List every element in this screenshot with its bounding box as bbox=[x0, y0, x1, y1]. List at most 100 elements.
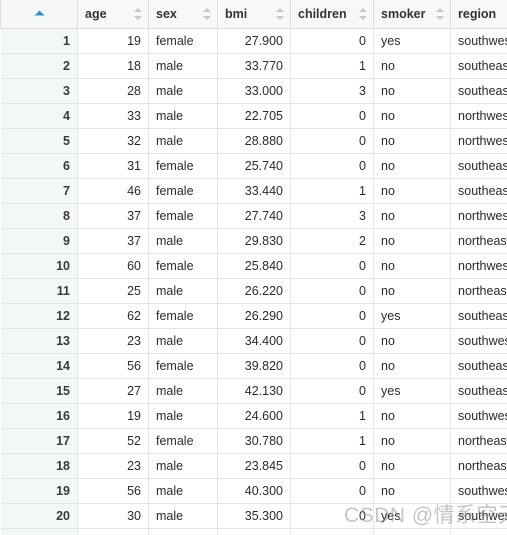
column-header-age-label: age bbox=[85, 7, 107, 21]
sort-icon-smoker[interactable] bbox=[436, 7, 445, 21]
cell-children: 0 bbox=[290, 328, 374, 354]
column-header-sex-label: sex bbox=[156, 7, 177, 21]
table-row[interactable]: 1752female30.7801nonortheast10797.336 bbox=[0, 428, 507, 454]
sort-icon-sex[interactable] bbox=[203, 7, 212, 21]
table-row[interactable]: 433male22.7050nonorthwest21984.471 bbox=[0, 103, 507, 129]
table-row[interactable]: 2030male35.3000yessouthwest36837.467 bbox=[0, 503, 507, 529]
cell-smoker: yes bbox=[373, 503, 451, 529]
column-header-children-label: children bbox=[298, 7, 347, 21]
table-row[interactable]: 218male33.7701nosoutheast1725.552 bbox=[0, 53, 507, 79]
cell-smoker: yes bbox=[373, 28, 451, 54]
table-row[interactable]: 2160female36.0050nonortheast13228.847 bbox=[0, 528, 507, 535]
cell-children: 0 bbox=[290, 353, 374, 379]
cell-sex: male bbox=[148, 453, 218, 479]
cell-sex: female bbox=[148, 528, 218, 535]
table-row[interactable]: 1060female25.8400nonorthwest28923.137 bbox=[0, 253, 507, 279]
cell-age: 56 bbox=[77, 353, 149, 379]
column-header-smoker[interactable]: smoker bbox=[373, 0, 451, 29]
table-row[interactable]: 937male29.8302nonortheast6406.411 bbox=[0, 228, 507, 254]
cell-sex: male bbox=[148, 503, 218, 529]
cell-sex: female bbox=[148, 153, 218, 179]
cell-bmi: 33.000 bbox=[217, 78, 291, 104]
cell-smoker: no bbox=[373, 128, 451, 154]
row-index-cell: 9 bbox=[0, 228, 78, 254]
row-index-cell: 3 bbox=[0, 78, 78, 104]
row-index-cell: 7 bbox=[0, 178, 78, 204]
column-header-region[interactable]: region bbox=[450, 0, 507, 29]
cell-children: 0 bbox=[290, 128, 374, 154]
cell-age: 23 bbox=[77, 328, 149, 354]
cell-children: 1 bbox=[290, 428, 374, 454]
cell-age: 46 bbox=[77, 178, 149, 204]
cell-age: 37 bbox=[77, 228, 149, 254]
cell-age: 18 bbox=[77, 53, 149, 79]
cell-smoker: no bbox=[373, 178, 451, 204]
table-row[interactable]: 1619male24.6001nosouthwest1837.237 bbox=[0, 403, 507, 429]
table-row[interactable]: 1125male26.2200nonortheast2721.321 bbox=[0, 278, 507, 304]
table-row[interactable]: 1823male23.8450nonortheast2395.172 bbox=[0, 453, 507, 479]
cell-children: 0 bbox=[290, 278, 374, 304]
column-header-index[interactable] bbox=[0, 0, 78, 29]
sort-ascending-icon[interactable] bbox=[34, 10, 45, 18]
table-row[interactable]: 328male33.0003nosoutheast4449.462 bbox=[0, 78, 507, 104]
cell-age: 23 bbox=[77, 453, 149, 479]
cell-sex: female bbox=[148, 353, 218, 379]
cell-children: 0 bbox=[290, 303, 374, 329]
table-row[interactable]: 631female25.7400nosoutheast3756.622 bbox=[0, 153, 507, 179]
cell-region: southwest bbox=[450, 503, 507, 529]
cell-bmi: 29.830 bbox=[217, 228, 291, 254]
cell-smoker: no bbox=[373, 253, 451, 279]
cell-smoker: no bbox=[373, 403, 451, 429]
cell-smoker: no bbox=[373, 528, 451, 535]
table-row[interactable]: 837female27.7403nonorthwest7281.506 bbox=[0, 203, 507, 229]
table-row[interactable]: 532male28.8800nonorthwest3866.855 bbox=[0, 128, 507, 154]
sort-icon-age[interactable] bbox=[134, 7, 143, 21]
cell-bmi: 34.400 bbox=[217, 328, 291, 354]
cell-children: 0 bbox=[290, 28, 374, 54]
column-header-bmi[interactable]: bmi bbox=[217, 0, 291, 29]
sort-icon-bmi[interactable] bbox=[276, 7, 285, 21]
table-row[interactable]: 119female27.9000yessouthwest16884.924 bbox=[0, 28, 507, 54]
table-row[interactable]: 1956male40.3000nosouthwest10602.385 bbox=[0, 478, 507, 504]
row-index-cell: 15 bbox=[0, 378, 78, 404]
cell-age: 30 bbox=[77, 503, 149, 529]
data-table: age sex bmi children smoker region 1 19 … bbox=[0, 0, 507, 535]
column-header-age[interactable]: age bbox=[77, 0, 149, 29]
cell-smoker: no bbox=[373, 153, 451, 179]
cell-bmi: 36.005 bbox=[217, 528, 291, 535]
cell-age: 37 bbox=[77, 203, 149, 229]
cell-region: northeast bbox=[450, 228, 507, 254]
row-index-cell: 14 bbox=[0, 353, 78, 379]
cell-age: 19 bbox=[77, 403, 149, 429]
cell-bmi: 23.845 bbox=[217, 453, 291, 479]
cell-sex: male bbox=[148, 53, 218, 79]
cell-region: northwest bbox=[450, 103, 507, 129]
cell-bmi: 33.440 bbox=[217, 178, 291, 204]
column-header-children[interactable]: children bbox=[290, 0, 374, 29]
cell-sex: female bbox=[148, 203, 218, 229]
table-row[interactable]: 1262female26.2900yessoutheast27808.725 bbox=[0, 303, 507, 329]
cell-sex: male bbox=[148, 378, 218, 404]
cell-children: 0 bbox=[290, 253, 374, 279]
table-row[interactable]: 746female33.4401nosoutheast8240.590 bbox=[0, 178, 507, 204]
cell-sex: female bbox=[148, 303, 218, 329]
cell-bmi: 30.780 bbox=[217, 428, 291, 454]
table-row[interactable]: 1323male34.4000nosouthwest1826.843 bbox=[0, 328, 507, 354]
table-row[interactable]: 1527male42.1300yessoutheast39611.758 bbox=[0, 378, 507, 404]
cell-region: northwest bbox=[450, 203, 507, 229]
cell-bmi: 25.840 bbox=[217, 253, 291, 279]
cell-region: northeast bbox=[450, 528, 507, 535]
cell-age: 60 bbox=[77, 253, 149, 279]
cell-bmi: 24.600 bbox=[217, 403, 291, 429]
cell-bmi: 42.130 bbox=[217, 378, 291, 404]
cell-children: 1 bbox=[290, 53, 374, 79]
table-row[interactable]: 1456female39.8200nosoutheast11090.718 bbox=[0, 353, 507, 379]
cell-region: southeast bbox=[450, 303, 507, 329]
sort-icon-children[interactable] bbox=[359, 7, 368, 21]
row-index-cell: 21 bbox=[0, 528, 78, 535]
cell-bmi: 26.220 bbox=[217, 278, 291, 304]
column-header-sex[interactable]: sex bbox=[148, 0, 218, 29]
row-index-cell: 4 bbox=[0, 103, 78, 129]
cell-bmi: 25.740 bbox=[217, 153, 291, 179]
cell-age: 56 bbox=[77, 478, 149, 504]
